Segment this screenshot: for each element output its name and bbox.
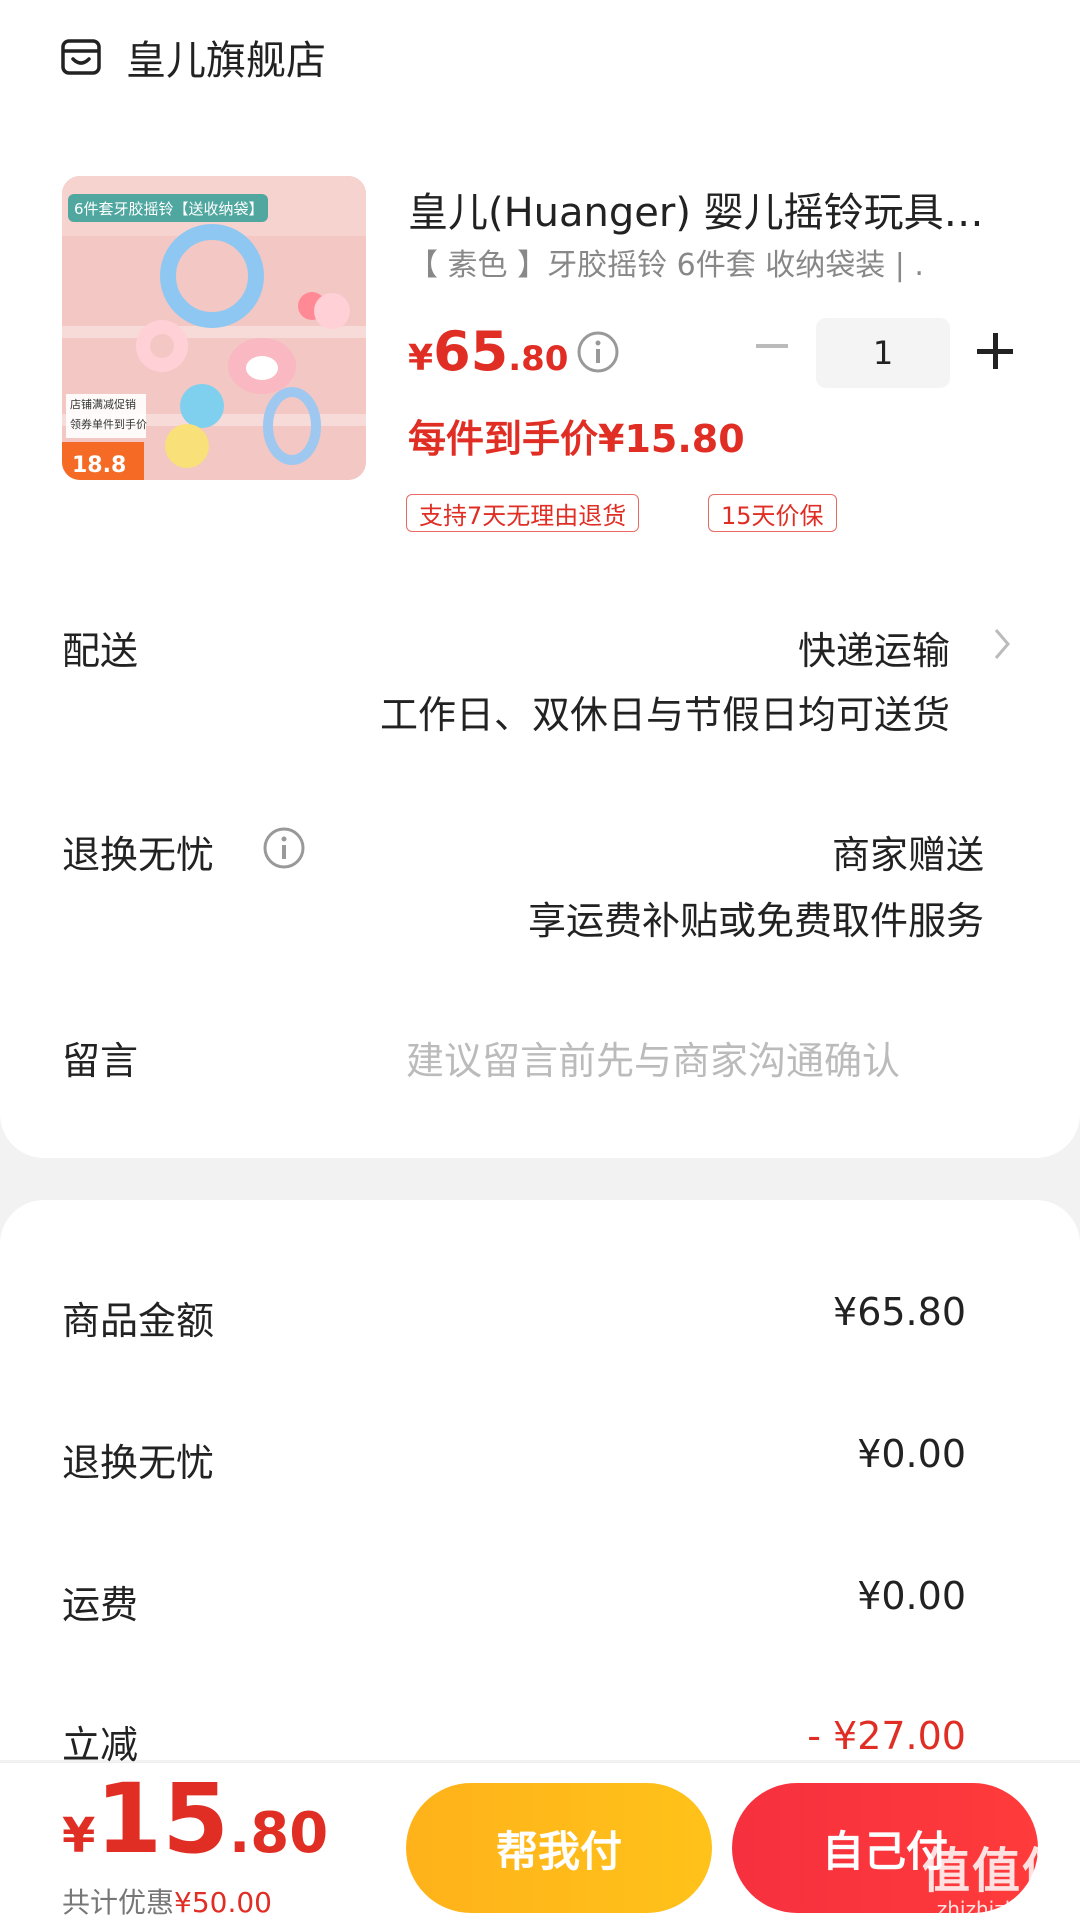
store-header[interactable]: 皇儿旗舰店 [60, 28, 326, 86]
price-decimal: .80 [508, 339, 569, 379]
tag-7day-return: 支持7天无理由退货 [406, 494, 640, 532]
total-integer: 15 [95, 1763, 229, 1875]
price-info-icon[interactable] [576, 330, 620, 374]
unit-price: 每件到手价¥15.80 [408, 417, 745, 461]
quantity-increase-button[interactable] [974, 330, 1016, 372]
store-icon [61, 39, 101, 75]
discount-label: 共计优惠 [62, 1886, 175, 1919]
help-pay-button[interactable]: 帮我付 [406, 1783, 712, 1913]
watermark: 值值值 zhizhizhi.com [922, 1845, 1072, 1920]
message-input[interactable]: 建议留言前先与商家沟通确认 [406, 1030, 900, 1085]
summary-goods-value: ¥65.80 [833, 1290, 966, 1334]
checkout-bar: ¥ 15 .80 共计优惠¥50.00 帮我付 自己付 值值值 zhizhizh… [0, 1762, 1080, 1930]
message-label: 留言 [62, 1039, 139, 1083]
tag-price-protect: 15天价保 [708, 494, 837, 532]
delivery-value[interactable]: 快递运输 [798, 620, 950, 675]
thumb-price: 18.8 [72, 453, 126, 478]
watermark-main: 值值值 [921, 1843, 1072, 1900]
summary-goods-label: 商品金额 [62, 1299, 215, 1343]
returns-value: 商家赠送 [831, 833, 984, 877]
summary-discount-label: 立减 [62, 1723, 139, 1767]
product-thumbnail[interactable]: 6件套牙胶摇铃【送收纳袋】 店铺满减促销 领券单件到手价 18.8 [62, 176, 366, 480]
returns-sub: 享运费补贴或免费取件服务 [527, 899, 984, 943]
watermark-url: zhizhizhi.com [936, 1897, 1072, 1921]
summary-shipping-label: 运费 [62, 1583, 139, 1627]
total-currency: ¥ [62, 1808, 96, 1864]
returns-label: 退换无忧 [62, 833, 215, 877]
delivery-sub: 工作日、双休日与节假日均可送货 [379, 693, 950, 737]
total-discount: 共计优惠¥50.00 [62, 1881, 272, 1921]
order-card: 皇儿旗舰店 6件套牙胶摇铃【送收纳袋】 店铺满减促销 领券单件到手价 18.8 [0, 0, 1080, 1158]
delivery-label: 配送 [62, 629, 139, 673]
quantity-input[interactable]: 1 [816, 318, 950, 388]
summary-returns-value: ¥0.00 [857, 1432, 966, 1476]
price-integer: 65 [433, 320, 509, 383]
thumb-banner-text: 6件套牙胶摇铃【送收纳袋】 [74, 200, 264, 218]
total-decimal: .80 [229, 1801, 329, 1866]
product-price: ¥ 65 .80 [408, 320, 568, 390]
summary-discount-value: - ¥27.00 [807, 1714, 966, 1758]
thumb-promo1: 店铺满减促销 [70, 397, 136, 411]
discount-amount: ¥50.00 [174, 1886, 272, 1919]
price-currency: ¥ [408, 338, 434, 379]
returns-info-icon[interactable] [262, 826, 306, 870]
summary-shipping-value: ¥0.00 [857, 1574, 966, 1618]
store-name: 皇儿旗舰店 [126, 38, 326, 84]
price-summary-card: 商品金额 ¥65.80 退换无忧 ¥0.00 运费 ¥0.00 立减 - ¥27… [0, 1200, 1080, 1767]
quantity-decrease-button[interactable] [752, 326, 792, 366]
product-sku[interactable]: 【 素色 】牙胶摇铃 6件套 收纳袋装 | . [408, 240, 968, 284]
product-title[interactable]: 皇儿(Huanger) 婴儿摇铃玩具… [408, 180, 1008, 238]
summary-returns-label: 退换无忧 [62, 1441, 215, 1485]
chevron-right-icon[interactable] [990, 624, 1014, 664]
total-price: ¥ 15 .80 [62, 1771, 328, 1867]
thumb-promo2: 领券单件到手价 [70, 417, 147, 431]
